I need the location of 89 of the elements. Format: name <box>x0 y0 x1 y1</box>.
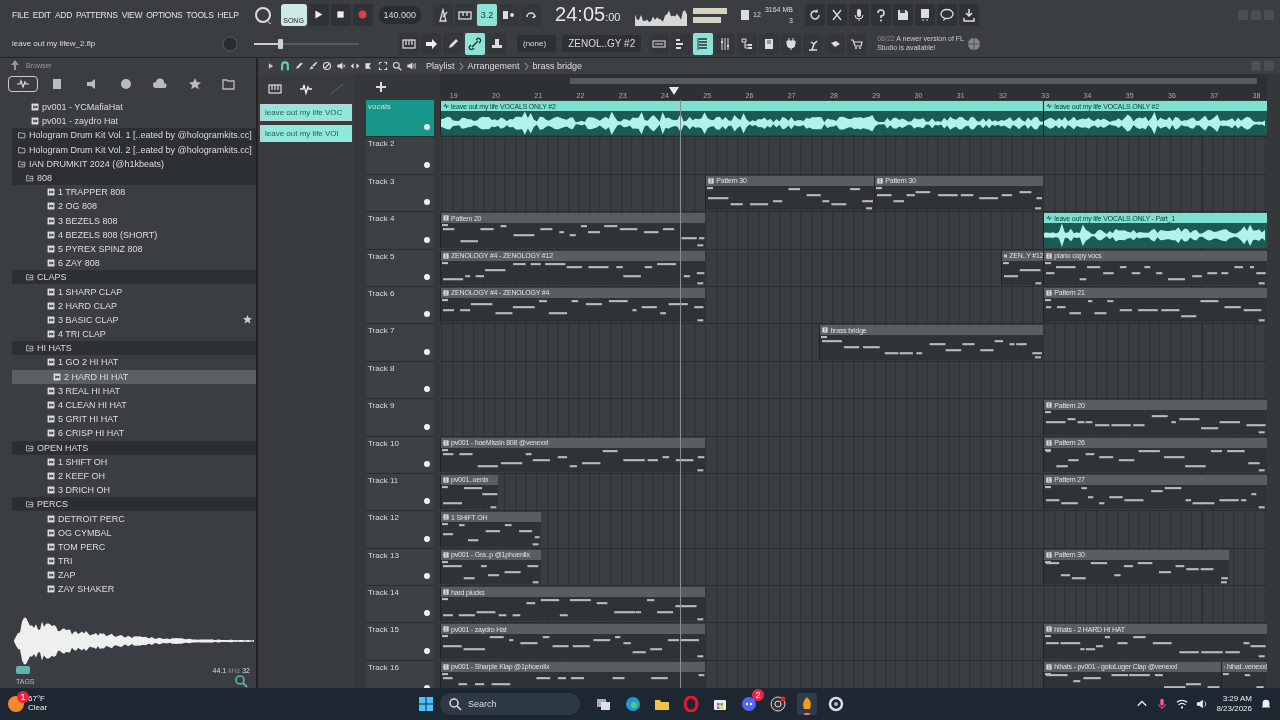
sample-item[interactable]: TOM PERC <box>12 539 256 554</box>
clock-time[interactable]: 3:29 AM <box>1222 694 1252 704</box>
menu-item[interactable]: OPTIONS <box>146 9 183 20</box>
sample-item[interactable]: 1 TRAPPER 808 <box>12 185 256 200</box>
track-header[interactable]: Track 16 <box>366 660 434 688</box>
track-header[interactable]: Track 9 <box>366 399 434 437</box>
sample-item[interactable]: 1 SHIFT OH <box>12 454 256 469</box>
sample-item[interactable]: 3 BEZELS 808 <box>12 213 256 228</box>
track-header[interactable]: Track 4 <box>366 212 434 250</box>
track-header[interactable]: Track 11 <box>366 473 434 512</box>
track-header[interactable]: Track 5 <box>366 249 434 287</box>
track-header[interactable]: Track 6 <box>366 286 434 325</box>
sample-item[interactable]: DETROIT PERC <box>12 511 256 526</box>
menu-item[interactable]: EDIT <box>32 9 51 20</box>
menu-item[interactable]: PATTERNS <box>76 9 118 20</box>
notification-badge: 2 <box>752 689 764 701</box>
sample-item[interactable]: 6 CRISP HI HAT <box>12 426 256 441</box>
folder-item[interactable]: PERCS <box>12 497 256 512</box>
sample-item[interactable]: ZAY SHAKER <box>12 582 256 597</box>
track-header[interactable]: Track 8 <box>366 361 434 400</box>
sample-item[interactable]: 2 KEEF OH <box>12 468 256 484</box>
sample-item[interactable]: 4 CLEAN HI HAT <box>12 397 256 413</box>
sample-item[interactable]: 3 DRICH OH <box>12 483 256 498</box>
sample-item[interactable]: 4 BEZELS 808 (SHORT) <box>12 227 256 242</box>
folder-item[interactable]: CLAPS <box>12 270 256 285</box>
track-name: vocals <box>368 102 391 111</box>
track-name: Track 16 <box>368 662 399 672</box>
track-header[interactable]: Track 12 <box>366 511 434 549</box>
track-name: Track 14 <box>368 588 399 598</box>
clip-source[interactable]: leave out my life VOC <box>260 104 352 121</box>
countdown-button[interactable]: 3.2 <box>477 3 498 26</box>
track-header[interactable]: Track 3 <box>366 174 434 213</box>
track-name: Track 11 <box>368 475 399 485</box>
folder-item[interactable]: OPEN HATS <box>12 440 256 455</box>
channel-dropdown[interactable]: (none) <box>517 35 557 52</box>
menu-item[interactable]: FILE <box>12 9 29 20</box>
track-name: Track 8 <box>368 363 395 373</box>
breadcrumb-item[interactable]: brass bridge <box>532 61 583 71</box>
track-name: Track 12 <box>368 513 399 523</box>
track-header[interactable]: Track 10 <box>366 436 434 474</box>
sample-item[interactable]: pv001 - YCMafiaHat <box>12 100 256 115</box>
window-title: Playlist <box>426 61 455 71</box>
sample-item[interactable]: 2 HARD HI HAT <box>12 369 256 384</box>
sample-item[interactable]: pv001 - zaydro Hat <box>12 114 256 129</box>
clock-date[interactable]: 8/23/2026 <box>1216 704 1252 714</box>
track-name: Track 2 <box>368 139 395 149</box>
folder-item[interactable]: Hologram Drum Kit Vol. 1 [..eated by @hologramkits.cc] <box>12 128 256 143</box>
track-name: Track 15 <box>368 625 399 635</box>
weather-condition: Clear <box>28 704 48 713</box>
track-name: Track 9 <box>368 401 395 411</box>
menu-item[interactable]: TOOLS <box>186 9 214 20</box>
sample-item[interactable]: 3 BASIC CLAP <box>12 312 256 327</box>
clip-source[interactable]: leave out my life VOI <box>260 125 352 142</box>
sample-item[interactable]: 6 ZAY 808 <box>12 256 256 271</box>
track-name: Track 5 <box>368 251 395 261</box>
time-display: 24:05:00 <box>555 3 622 26</box>
sample-item[interactable]: TRI <box>12 554 256 569</box>
track-name: Track 4 <box>368 214 395 224</box>
menu-item[interactable]: VIEW <box>121 9 143 20</box>
menu-item[interactable]: ADD <box>54 9 72 20</box>
menu-item[interactable]: HELP <box>217 9 239 20</box>
track-name: Track 10 <box>368 438 399 448</box>
sample-item[interactable]: 2 HARD CLAP <box>12 298 256 313</box>
project-file-name: leave out my lifew_2.flp <box>12 39 97 48</box>
sample-item[interactable]: OG CYMBAL <box>12 525 256 540</box>
sample-item[interactable]: 1 SHARP CLAP <box>12 284 256 299</box>
track-header[interactable]: Track 7 <box>366 324 434 362</box>
sample-item[interactable]: 5 GRIT HI HAT <box>12 412 256 427</box>
track-name: Track 13 <box>368 550 399 560</box>
track-name: Track 6 <box>368 288 395 298</box>
search-field[interactable]: Search <box>440 693 580 715</box>
sample-item[interactable]: 4 TRI CLAP <box>12 327 256 342</box>
pattern-selector[interactable]: ZENOL..GY #2 <box>562 35 642 52</box>
track-header[interactable]: Track 14 <box>366 586 434 624</box>
tempo-display[interactable]: 140.000 <box>378 5 422 24</box>
notification-badge: 1 <box>17 691 29 703</box>
track-header[interactable]: Track 2 <box>366 137 434 175</box>
sample-item[interactable]: 1 GO 2 HI HAT <box>12 355 256 370</box>
temperature: 67°F <box>28 695 46 704</box>
sample-item[interactable]: ZAP <box>12 568 256 583</box>
track-header[interactable]: Track 15 <box>366 623 434 661</box>
track-header[interactable]: Track 13 <box>366 548 434 587</box>
sample-item[interactable]: 5 PYREX SPINZ 808 <box>12 241 256 257</box>
folder-item[interactable]: HI HATS <box>12 341 256 356</box>
track-name: Track 7 <box>368 326 395 336</box>
sample-item[interactable]: 3 REAL HI HAT <box>12 383 256 398</box>
sample-item[interactable]: 2 OG 808 <box>12 199 256 214</box>
breadcrumb-item[interactable]: Arrangement <box>467 61 520 71</box>
track-name: Track 3 <box>368 176 395 186</box>
